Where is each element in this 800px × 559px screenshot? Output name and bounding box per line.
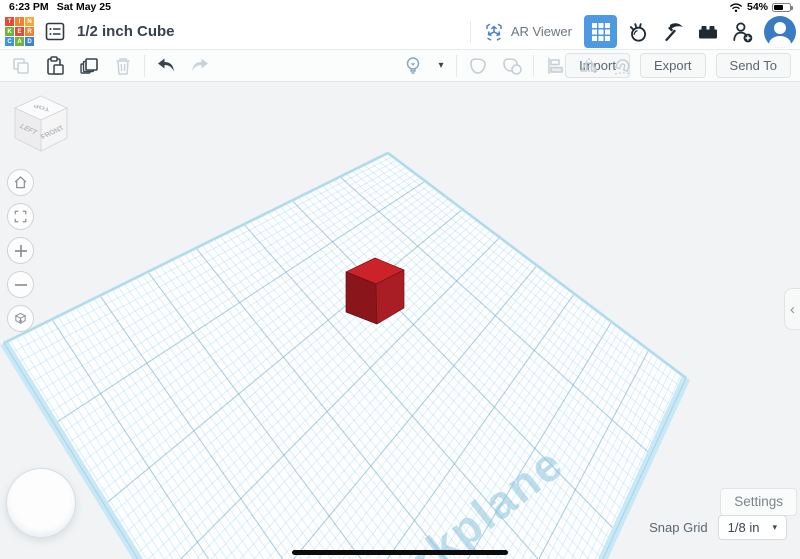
avatar-body <box>769 35 791 48</box>
bouncing-ball-icon <box>629 22 647 42</box>
settings-button[interactable]: Settings <box>720 488 797 516</box>
duplicate-button[interactable] <box>76 53 102 79</box>
export-button[interactable]: Export <box>639 53 706 78</box>
view-controls <box>7 169 34 332</box>
redo-icon <box>192 58 208 71</box>
grid-icon <box>591 22 610 41</box>
edit-toolbar: ▾ Import Export Send To <box>0 50 800 82</box>
delete-button[interactable] <box>110 53 136 79</box>
lego-brick-icon <box>699 25 717 38</box>
export-blocks-button[interactable] <box>659 18 687 46</box>
perspective-cube-icon <box>14 312 27 324</box>
snap-grid-control: Snap Grid 1/8 in ▾ <box>649 515 787 540</box>
home-indicator[interactable] <box>292 549 508 555</box>
account-avatar[interactable] <box>764 15 796 48</box>
tinkercad-logo[interactable]: T I N K E R C A D <box>5 17 34 46</box>
design-title[interactable]: 1/2 inch Cube <box>77 23 175 40</box>
divider <box>144 54 145 77</box>
align-icon <box>548 57 563 74</box>
paste-button[interactable] <box>42 53 68 79</box>
ar-viewer-button[interactable]: AR Viewer <box>478 21 577 43</box>
copy-button[interactable] <box>8 53 34 79</box>
tinkercad-app: Workplane 6:23 PM Sat May 25 54% T <box>0 0 800 559</box>
zoom-out-button[interactable] <box>7 271 34 298</box>
wifi-icon <box>730 2 742 12</box>
mirror-button[interactable] <box>576 53 602 79</box>
ungroup-icon <box>503 57 522 75</box>
list-icon <box>45 22 65 41</box>
grid-view-button[interactable] <box>584 15 617 48</box>
minus-icon <box>14 283 27 286</box>
send-to-button[interactable]: Send To <box>715 53 791 78</box>
home-view-button[interactable] <box>7 169 34 196</box>
main-header: T I N K E R C A D 1/2 inch Cube AR Viewe… <box>0 14 800 50</box>
caret-down-icon: ▾ <box>772 522 777 532</box>
chevron-left-icon: ‹ <box>790 300 795 318</box>
snap-grid-value: 1/8 in <box>727 520 760 535</box>
show-all-dropdown[interactable]: ▾ <box>434 60 448 71</box>
lightbulb-icon <box>406 56 420 74</box>
align-button[interactable] <box>542 53 568 79</box>
group-button[interactable] <box>465 53 491 79</box>
battery-percent: 54% <box>746 1 768 13</box>
zoom-in-button[interactable] <box>7 237 34 264</box>
paste-icon <box>47 55 64 75</box>
undo-button[interactable] <box>153 53 179 79</box>
design-properties-button[interactable] <box>41 18 69 46</box>
undo-icon <box>158 58 174 71</box>
divider <box>469 20 471 43</box>
orbit-control[interactable] <box>6 468 76 538</box>
show-all-button[interactable] <box>400 53 426 79</box>
battery-icon <box>772 2 793 12</box>
share-button[interactable] <box>729 18 757 46</box>
magnet-icon <box>614 58 632 75</box>
fit-view-button[interactable] <box>7 203 34 230</box>
add-person-icon <box>733 22 753 42</box>
avatar-head <box>774 21 786 34</box>
shapes-panel-handle[interactable]: ‹ <box>784 288 800 330</box>
clock: 6:23 PM <box>9 1 49 13</box>
date: Sat May 25 <box>56 1 111 13</box>
group-icon <box>470 57 486 74</box>
view-cube[interactable]: TOP LEFT FRONT <box>9 91 73 157</box>
home-icon <box>14 176 27 189</box>
trash-icon <box>116 57 130 75</box>
export-bricks-button[interactable] <box>694 18 722 46</box>
ungroup-button[interactable] <box>499 53 525 79</box>
ar-icon <box>486 23 502 41</box>
plus-icon <box>14 244 27 257</box>
pickaxe-icon <box>665 22 683 41</box>
redo-button[interactable] <box>187 53 213 79</box>
3d-scene: Workplane <box>0 151 691 559</box>
divider <box>456 54 457 77</box>
snap-grid-dropdown[interactable]: 1/8 in ▾ <box>717 515 787 540</box>
perspective-toggle-button[interactable] <box>7 305 34 332</box>
copy-icon <box>13 57 29 74</box>
status-bar: 6:23 PM Sat May 25 54% <box>0 0 800 14</box>
snap-grid-label: Snap Grid <box>649 520 708 535</box>
ar-viewer-label: AR Viewer <box>510 24 572 39</box>
mirror-icon <box>580 57 598 74</box>
duplicate-icon <box>80 57 98 74</box>
sim-lab-button[interactable] <box>624 18 652 46</box>
magnet-button[interactable] <box>610 53 636 79</box>
fit-view-icon <box>14 210 27 223</box>
divider <box>533 54 534 77</box>
